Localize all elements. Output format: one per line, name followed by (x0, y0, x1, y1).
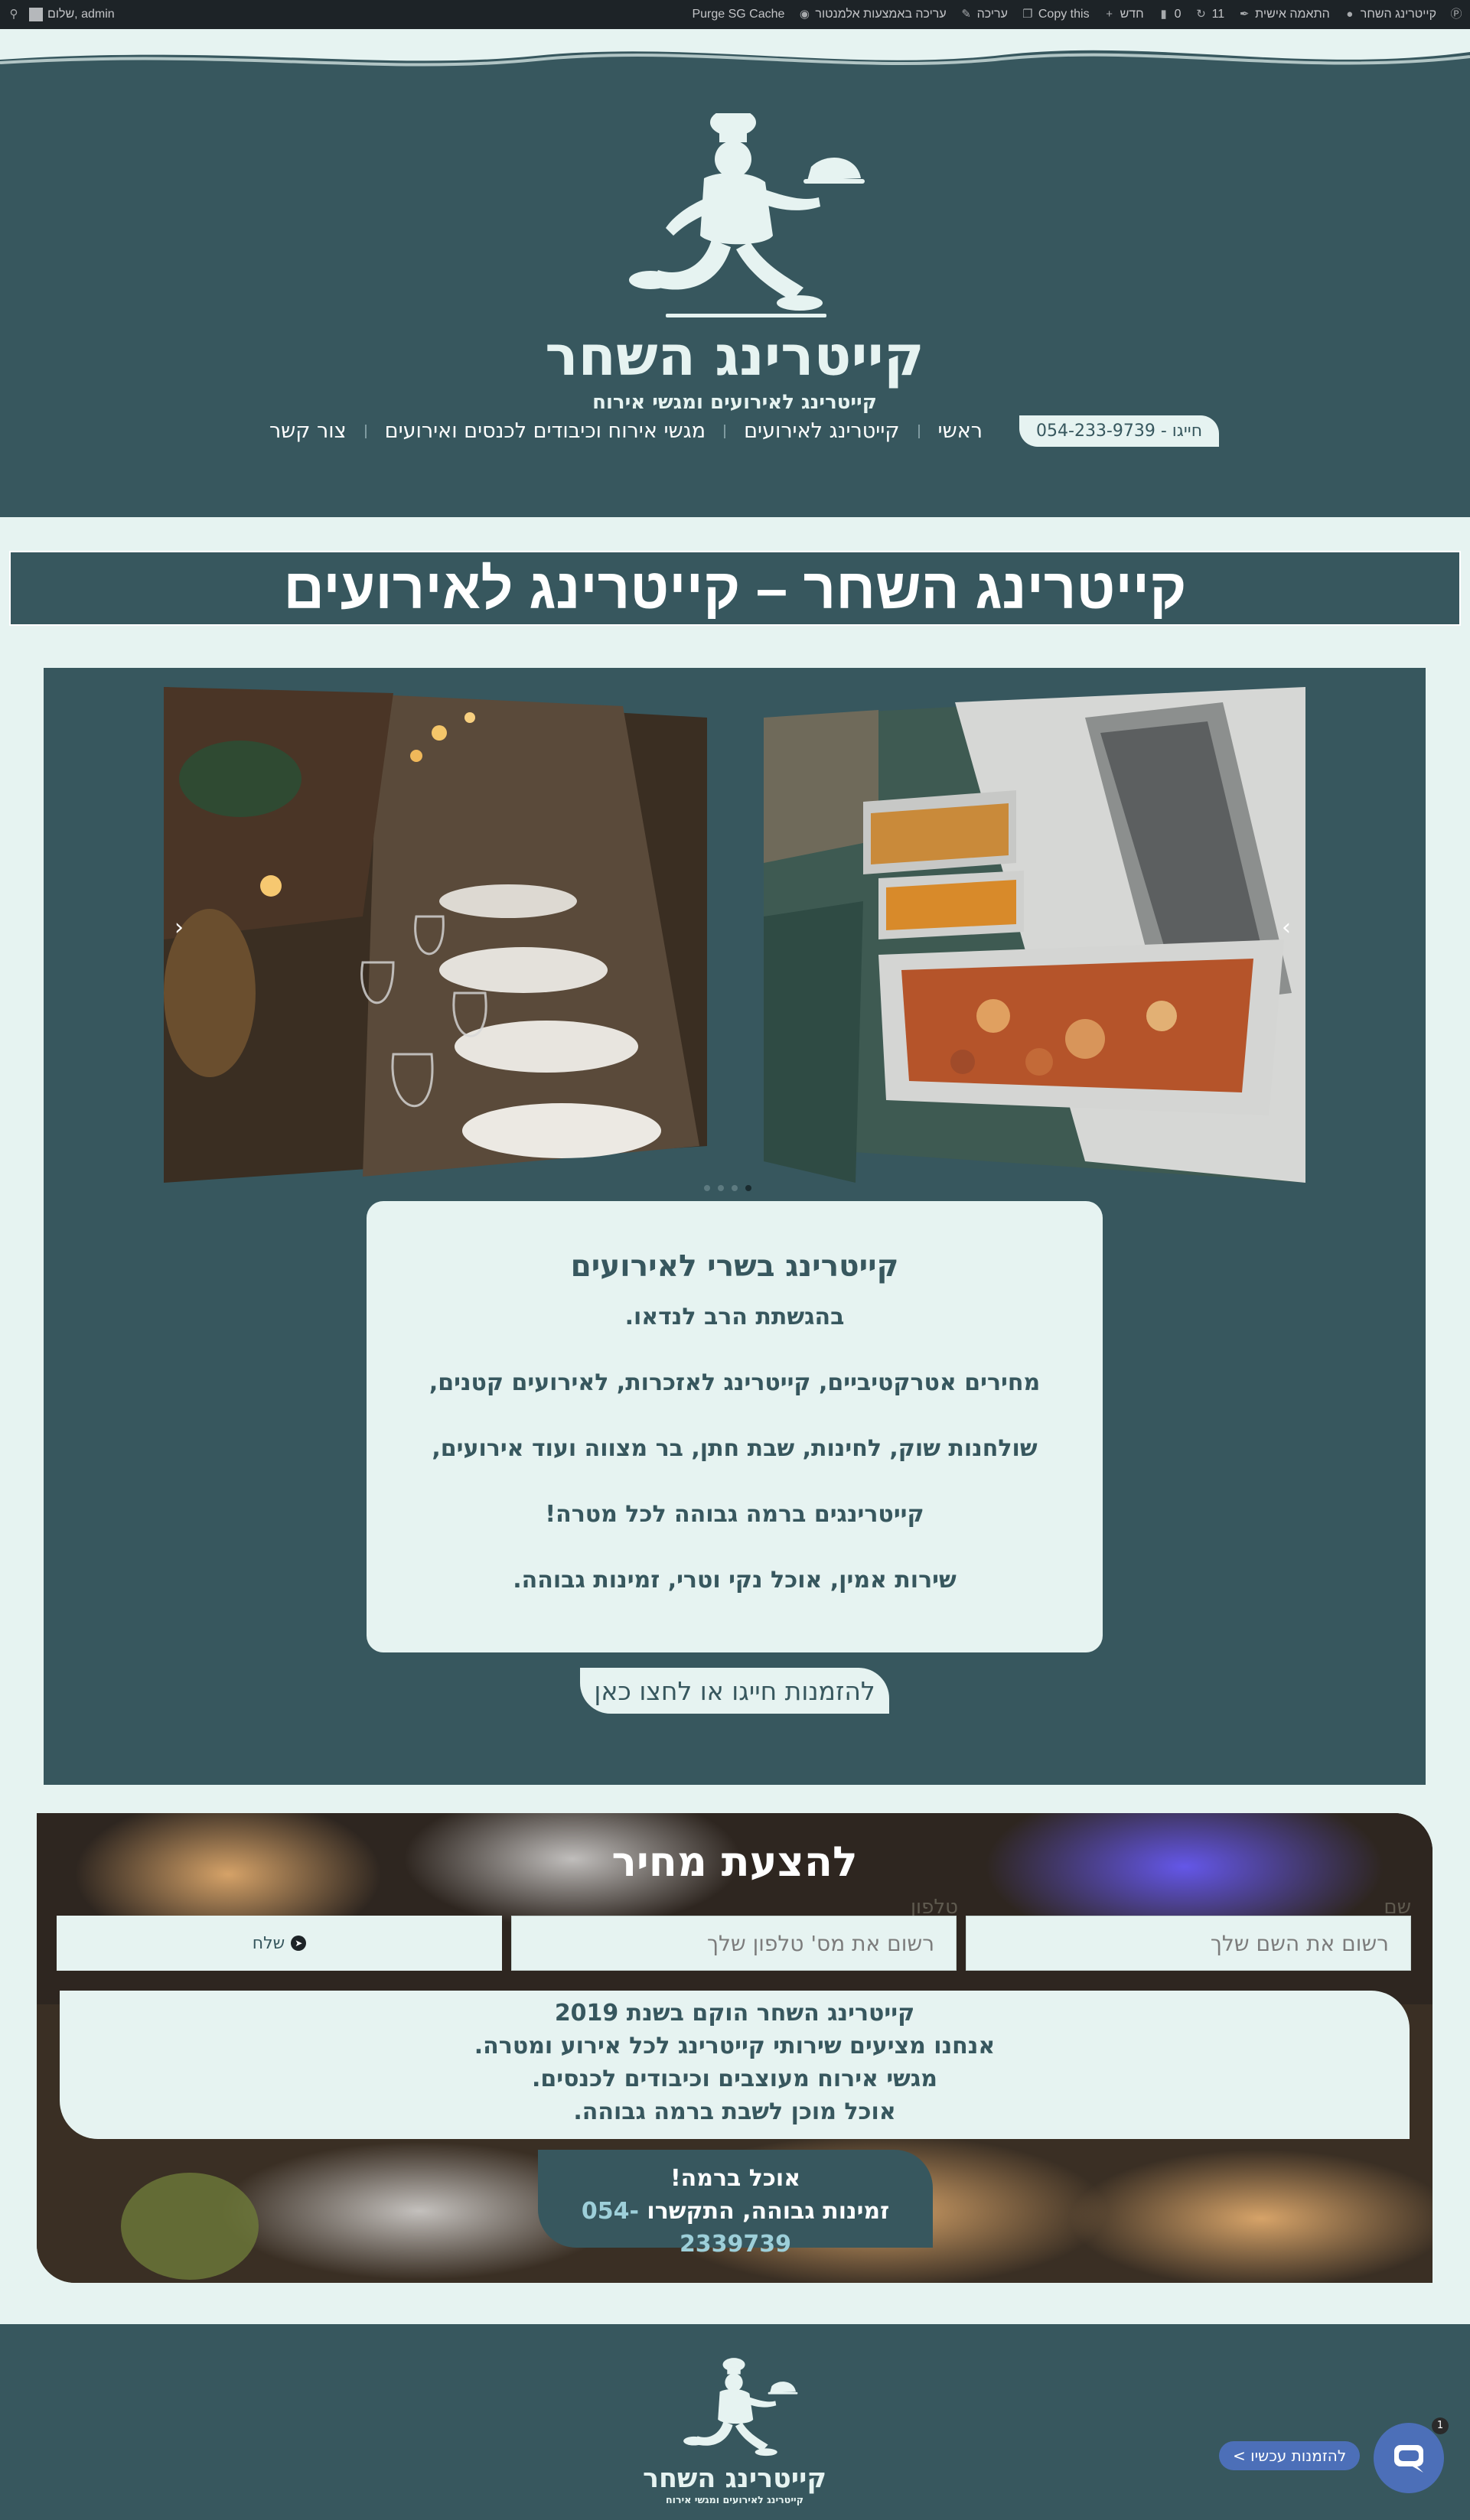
slider-dot[interactable] (732, 1185, 738, 1191)
slider-dot-active[interactable] (745, 1185, 751, 1191)
info-line: בהגשתת הרב לנדאו. (624, 1304, 845, 1330)
info-line: שירות אמין, אוכל נקי וטרי, זמינות גבוהה. (513, 1567, 957, 1594)
main-nav: חייגו - 054-233-9739 ראשי קייטרינג לאירו… (0, 415, 1470, 447)
send-label: שלח (252, 1933, 285, 1953)
new-button[interactable]: + חדש (1103, 8, 1143, 21)
chat-icon (1394, 2445, 1423, 2473)
slider-next-arrow[interactable]: › (1282, 914, 1291, 941)
info-line: מחירים אטרקטיביים, קייטרינג לאזכרות, לאי… (429, 1369, 1041, 1396)
purge-cache-button[interactable]: Purge SG Cache (692, 8, 784, 21)
chat-button[interactable] (1374, 2423, 1444, 2493)
name-field[interactable]: רשום את השם שלך (966, 1916, 1411, 1971)
nav-item-home[interactable]: ראשי (920, 419, 1001, 443)
page-title-bar: קייטרינג השחר – קייטרינג לאירועים (9, 551, 1461, 626)
pencil-icon: ✎ (961, 8, 971, 21)
avatar (29, 8, 43, 21)
about-line: אנחנו מציעים שירותי קייטרינג לכל אירוע ו… (474, 2033, 996, 2059)
order-button[interactable]: להזמנות חייגו או לחצו כאן (580, 1668, 889, 1714)
search-icon[interactable]: ⚲ (8, 8, 20, 21)
copy-icon: ❐ (1022, 8, 1033, 21)
updates-button[interactable]: ↻ 11 (1195, 8, 1224, 21)
customize-button[interactable]: ✒ התאמה אישית (1238, 8, 1330, 21)
footer-logo-title: קייטרינג השחר (643, 2463, 826, 2494)
comments-button[interactable]: ▮ 0 (1158, 8, 1182, 21)
dashboard-icon: ● (1346, 8, 1354, 21)
nav-item-platters[interactable]: מגשי אירוח וכיבודים לכנסים ואירועים (367, 419, 724, 443)
header-wave (0, 29, 1470, 67)
plus-icon: + (1106, 8, 1113, 21)
slider-dot[interactable] (704, 1185, 710, 1191)
brush-icon: ✒ (1239, 8, 1250, 21)
logo-tagline: קייטרינג לאירועים ומגשי אירוח (592, 391, 877, 414)
about-line: אוכל מוכן לשבת ברמה גבוהה. (573, 2098, 896, 2125)
info-line: שולחנות שוק, לחינות, שבת חתן, בר מצווה ו… (432, 1435, 1038, 1462)
site-logo[interactable]: קייטרינג השחר קייטרינג לאירועים ומגשי אי… (536, 109, 934, 419)
contact-line: זמינות גבוהה, התקשרו 054-2339739 (538, 2195, 933, 2261)
slider-dots (704, 1185, 751, 1191)
slide-image-table-setting (164, 687, 707, 1183)
site-name-button[interactable]: ● קייטרינג השחר (1344, 8, 1436, 21)
about-box: קייטרינג השחר הוקם בשנת 2019 אנחנו מציעי… (60, 1991, 1410, 2139)
nav-item-contact[interactable]: צור קשר (251, 419, 365, 443)
footer-logo-tagline: קייטרינג לאירועים ומגשי אירוח (666, 2494, 803, 2505)
slide-image-buffet (764, 687, 1305, 1183)
wordpress-icon[interactable]: Ⓟ (1450, 8, 1462, 21)
logo-title: קייטרינג השחר (545, 324, 924, 388)
contact-box: אוכל ברמה! זמינות גבוהה, התקשרו 054-2339… (538, 2150, 933, 2258)
elementor-icon: ◉ (799, 8, 810, 21)
site-header: קייטרינג השחר קייטרינג לאירועים ומגשי אי… (0, 29, 1470, 517)
account-menu[interactable]: שלום, admin (29, 8, 115, 21)
slider-prev-arrow[interactable]: ‹ (174, 914, 184, 941)
info-box: קייטרינג בשרי לאירועים בהגשתת הרב לנדאו.… (367, 1201, 1103, 1652)
site-footer: קייטרינג השחר קייטרינג לאירועים ומגשי אי… (0, 2324, 1470, 2520)
edit-elementor-button[interactable]: ◉ עריכה באמצעות אלמנטור (798, 8, 947, 21)
phone-call-button[interactable]: חייגו - 054-233-9739 (1019, 415, 1220, 447)
slider-dot[interactable] (718, 1185, 724, 1191)
footer-logo[interactable]: קייטרינג השחר קייטרינג לאירועים ומגשי אי… (638, 2358, 831, 2511)
quote-title: להצעת מחיר (611, 1838, 858, 1886)
contact-text: זמינות גבוהה, התקשרו (647, 2198, 890, 2225)
info-heading: קייטרינג בשרי לאירועים (570, 1249, 899, 1284)
comment-icon: ▮ (1160, 8, 1167, 21)
refresh-icon: ↻ (1196, 8, 1206, 21)
about-line: קייטרינג השחר הוקם בשנת 2019 (554, 2000, 915, 2027)
send-button[interactable]: ➤ שלח (57, 1916, 502, 1971)
quote-section: להצעת מחיר שם טלפון רשום את השם שלך רשום… (37, 1813, 1433, 2283)
order-now-chat-label[interactable]: להזמנות עכשיו > (1219, 2441, 1361, 2470)
edit-button[interactable]: ✎ עריכה (960, 8, 1008, 21)
contact-line: אוכל ברמה! (670, 2165, 801, 2192)
arrow-circle-icon: ➤ (291, 1936, 307, 1951)
admin-bar: ⚲ שלום, admin Purge SG Cache ◉ עריכה באמצ… (0, 0, 1470, 29)
copy-this-button[interactable]: ❐ Copy this (1022, 8, 1089, 21)
about-line: מגשי אירוח מעוצבים וכיבודים לכנסים. (531, 2066, 938, 2092)
chat-badge: 1 (1432, 2417, 1449, 2434)
nav-item-event-catering[interactable]: קייטרינג לאירועים (725, 419, 918, 443)
page-title: קייטרינג השחר – קייטרינג לאירועים (283, 556, 1187, 620)
info-line: קייטרינגים ברמה גבוהה לכל מטרה! (545, 1501, 924, 1528)
phone-field[interactable]: רשום את מס' טלפון שלך (511, 1916, 957, 1971)
